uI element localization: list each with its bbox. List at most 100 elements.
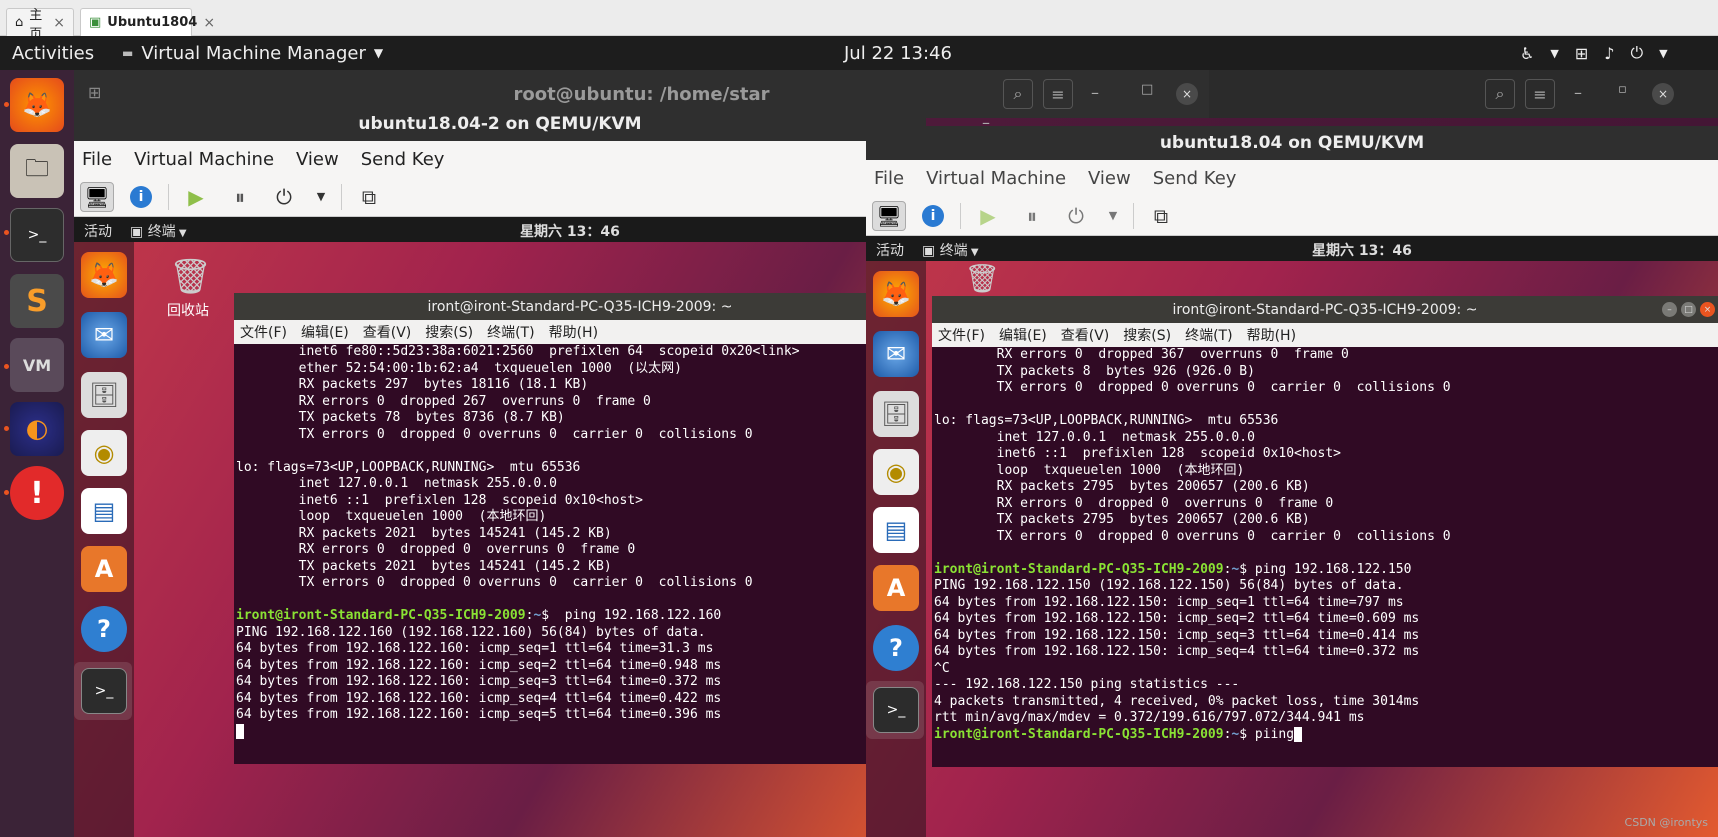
tab-home[interactable]: ⌂ 主页 × (6, 8, 74, 42)
pause-button[interactable]: ⏸ (1015, 201, 1049, 231)
vmm-icon[interactable]: VM (10, 338, 64, 392)
console-view-button[interactable]: 🖥 (80, 181, 114, 212)
menu-file[interactable]: 文件(F) (240, 322, 287, 342)
files-icon[interactable]: 🗄 (81, 372, 127, 418)
menu-file[interactable]: File (82, 149, 112, 170)
rhythmbox-icon[interactable]: ◉ (81, 430, 127, 476)
menu-terminal[interactable]: 终端(T) (487, 322, 534, 342)
guest-app-label: 终端 (147, 224, 176, 240)
menu-edit[interactable]: 编辑(E) (999, 325, 1047, 345)
menu-file[interactable]: File (874, 168, 904, 189)
clock[interactable]: Jul 22 13:46 (844, 36, 952, 70)
shutdown-button[interactable]: ⏻ (267, 182, 301, 212)
guest-dock: 🦊 ✉ 🗄 ◉ ▤ A ? >_ (866, 261, 926, 837)
close-icon[interactable]: × (1176, 83, 1198, 105)
menu-search[interactable]: 搜索(S) (1123, 325, 1171, 345)
vm-left-title: ubuntu18.04-2 on QEMU/KVM (74, 107, 926, 141)
help-icon[interactable]: ? (873, 625, 919, 671)
terminal-line: lo: flags=73<UP,LOOPBACK,RUNNING> mtu 65… (934, 413, 1279, 428)
menu-view[interactable]: 查看(V) (363, 322, 412, 342)
hamburger-icon[interactable]: ≡ (1525, 79, 1555, 109)
maximize-icon[interactable]: □ (1681, 302, 1696, 317)
eclipse-icon[interactable]: ◐ (10, 402, 64, 456)
files-icon[interactable]: 🗀 (10, 144, 64, 198)
menu-help[interactable]: 帮助(H) (549, 322, 598, 342)
rhythmbox-icon[interactable]: ◉ (873, 449, 919, 495)
software-icon[interactable]: A (81, 546, 127, 592)
search-icon[interactable]: ⌕ (1485, 79, 1515, 109)
minimize-icon[interactable]: – (1574, 83, 1582, 102)
thunderbird-icon[interactable]: ✉ (81, 312, 127, 358)
menu-send-key[interactable]: Send Key (1153, 168, 1237, 189)
console-view-button[interactable]: 🖥 (872, 200, 906, 231)
help-icon[interactable]: ? (81, 606, 127, 652)
close-icon[interactable]: × (53, 15, 65, 31)
guest-terminal-output[interactable]: RX errors 0 dropped 367 overruns 0 frame… (932, 347, 1718, 767)
writer-icon[interactable]: ▤ (873, 507, 919, 553)
hamburger-icon[interactable]: ≡ (1043, 79, 1073, 109)
search-icon[interactable]: ⌕ (1003, 79, 1033, 109)
tab-ubuntu1804[interactable]: ▣ Ubuntu1804 × (80, 8, 215, 36)
sublime-icon[interactable]: S (10, 274, 64, 328)
activities-button[interactable]: Activities (12, 36, 94, 70)
minimize-icon[interactable]: – (1091, 83, 1099, 102)
menu-view[interactable]: 查看(V) (1061, 325, 1110, 345)
shutdown-menu-button[interactable]: ▼ (1103, 201, 1123, 231)
thunderbird-icon[interactable]: ✉ (873, 331, 919, 377)
software-icon[interactable]: A (873, 565, 919, 611)
system-tray[interactable]: ♿ ▼ ⊞ ♪ ⏻ ▼ (1520, 36, 1668, 70)
details-button[interactable]: i (916, 201, 950, 231)
fullscreen-button[interactable]: ⧉ (352, 182, 386, 212)
firefox-icon[interactable]: 🦊 (873, 271, 919, 317)
home-icon: ⌂ (15, 15, 24, 30)
files-icon[interactable]: 🗄 (873, 391, 919, 437)
dock: 🦊 🗀 >_ S VM ◐ ! (0, 70, 74, 837)
terminal-line: TX errors 0 dropped 0 overruns 0 carrier… (934, 528, 1451, 544)
menu-edit[interactable]: 编辑(E) (301, 322, 349, 342)
run-button[interactable]: ▶ (179, 182, 213, 212)
menu-terminal[interactable]: 终端(T) (1185, 325, 1232, 345)
menu-view[interactable]: View (1088, 168, 1131, 189)
new-tab-icon[interactable]: ⊞ (88, 83, 101, 102)
guest-terminal-output[interactable]: inet6 fe80::5d23:38a:6021:2560 prefixlen… (234, 344, 926, 764)
run-button[interactable]: ▶ (971, 201, 1005, 231)
menu-virtual-machine[interactable]: Virtual Machine (926, 168, 1066, 189)
details-button[interactable]: i (124, 182, 158, 212)
menu-virtual-machine[interactable]: Virtual Machine (134, 149, 274, 170)
terminal-icon[interactable]: >_ (81, 668, 127, 714)
app-menu[interactable]: ▬ Virtual Machine Manager ▼ (122, 36, 383, 70)
close-icon[interactable]: × (1652, 83, 1674, 105)
close-icon[interactable]: × (1700, 302, 1715, 317)
trash-icon[interactable]: 🗑 (169, 257, 212, 297)
pause-button[interactable]: ⏸ (223, 182, 257, 212)
guest-activities[interactable]: 活动 (84, 221, 112, 241)
writer-icon[interactable]: ▤ (81, 488, 127, 534)
shutdown-menu-button[interactable]: ▼ (311, 182, 331, 212)
firefox-icon[interactable]: 🦊 (81, 252, 127, 298)
menu-search[interactable]: 搜索(S) (425, 322, 473, 342)
menu-send-key[interactable]: Send Key (361, 149, 445, 170)
guest-app-menu[interactable]: ▣ 终端 ▼ (922, 240, 979, 260)
terminal-line: --- 192.168.122.150 ping statistics --- (934, 677, 1240, 692)
close-icon[interactable]: × (203, 15, 215, 31)
menu-file[interactable]: 文件(F) (938, 325, 985, 345)
terminal-icon[interactable]: >_ (873, 687, 919, 733)
guest-top-bar: 活动 ▣ 终端 ▼ 星期六 13：46 (866, 236, 1718, 261)
guest-app-menu[interactable]: ▣ 终端 ▼ (130, 221, 187, 241)
guest-clock[interactable]: 星期六 13：46 (520, 221, 620, 241)
trash-icon[interactable]: 🗑 (962, 262, 1002, 295)
guest-clock[interactable]: 星期六 13：46 (1312, 240, 1412, 260)
guest-activities[interactable]: 活动 (876, 240, 904, 260)
fullscreen-button[interactable]: ⧉ (1144, 201, 1178, 231)
terminal-icon[interactable]: >_ (10, 208, 64, 262)
restore-icon[interactable]: ▫ (1618, 82, 1627, 97)
volume-icon: ♪ (1604, 43, 1615, 63)
menu-view[interactable]: View (296, 149, 339, 170)
shutdown-button[interactable]: ⏻ (1059, 201, 1093, 231)
error-report-icon[interactable]: ! (10, 466, 64, 520)
menu-help[interactable]: 帮助(H) (1247, 325, 1296, 345)
minimize-icon[interactable]: – (1662, 302, 1677, 317)
firefox-icon[interactable]: 🦊 (10, 78, 64, 132)
maximize-icon[interactable]: □ (1141, 82, 1153, 97)
